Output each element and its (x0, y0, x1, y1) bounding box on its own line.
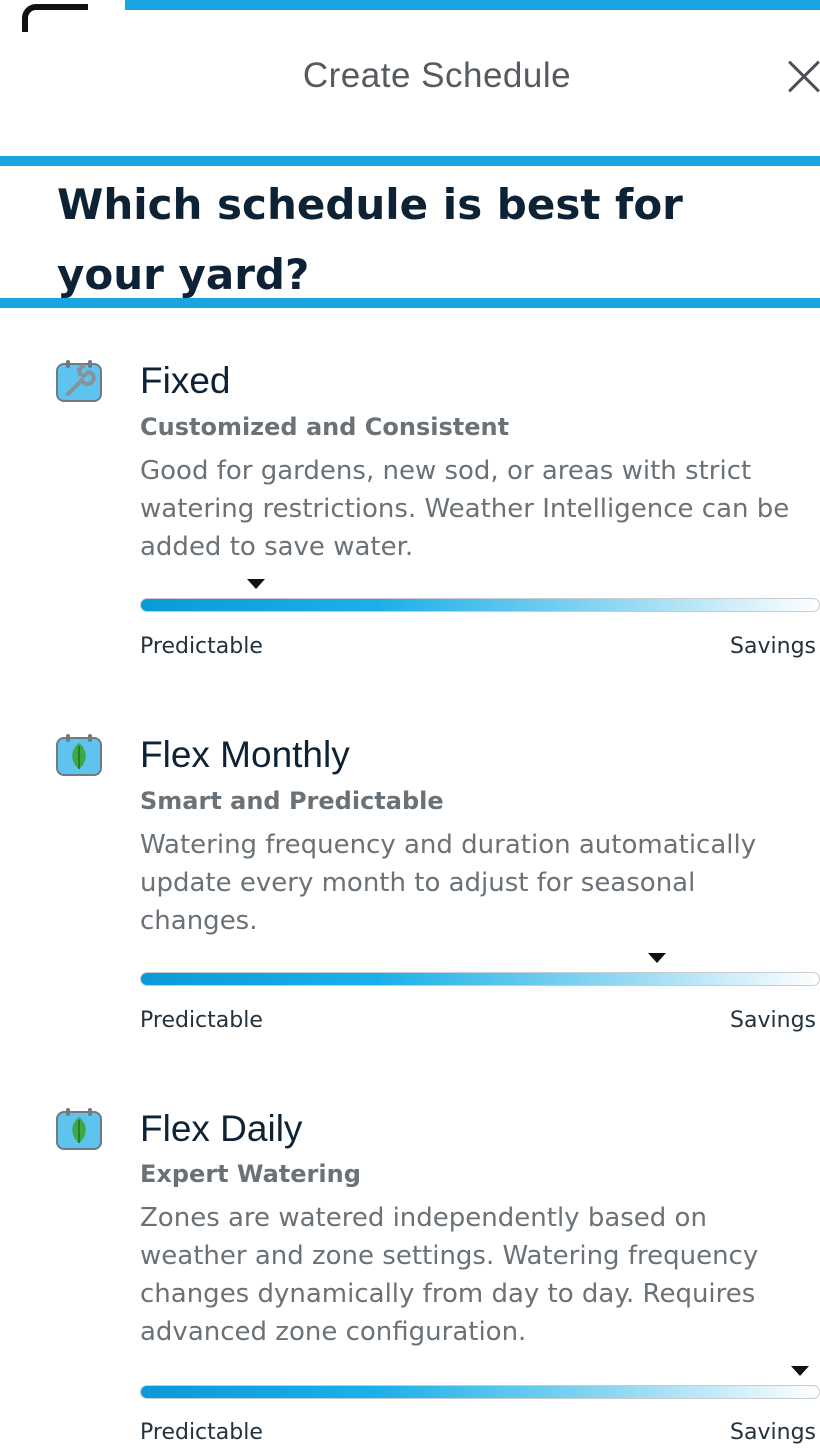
description-line: weather and zone settings. Watering freq… (140, 1241, 759, 1271)
description-line: advanced zone configuration. (140, 1317, 527, 1347)
leaf-calendar-icon (56, 734, 102, 776)
header-divider (0, 156, 820, 166)
option-title: Fixed (140, 360, 231, 401)
predictable-savings-scale (140, 972, 820, 986)
option-description: Watering frequency and duration automati… (140, 826, 820, 940)
option-description: Good for gardens, new sod, or areas with… (140, 452, 820, 566)
modal-header: Create Schedule (0, 16, 820, 156)
scale-left-label: Predictable (140, 634, 263, 659)
option-subtitle: Expert Watering (140, 1160, 361, 1188)
description-line: changes. (140, 906, 258, 936)
scale-marker (790, 1366, 809, 1376)
description-line: watering restrictions. Weather Intellige… (140, 494, 790, 524)
option-subtitle: Smart and Predictable (140, 787, 444, 815)
option-description: Zones are watered independently based on… (140, 1199, 820, 1351)
close-icon[interactable] (780, 56, 820, 96)
page-title: Create Schedule (302, 56, 572, 95)
scale-right-label: Savings (730, 1008, 816, 1033)
description-line: Zones are watered independently based on (140, 1203, 707, 1233)
question-line-1: Which schedule is best for (57, 180, 683, 229)
heading-divider (0, 298, 820, 308)
predictable-savings-scale (140, 1385, 820, 1399)
wrench-calendar-icon (56, 360, 102, 402)
option-title: Flex Monthly (140, 734, 350, 775)
option-title: Flex Daily (140, 1108, 303, 1149)
leaf-calendar-icon (56, 1108, 102, 1150)
description-line: Watering frequency and duration automati… (140, 830, 757, 860)
predictable-savings-scale (140, 598, 820, 612)
description-line: update every month to adjust for seasona… (140, 868, 696, 898)
scale-marker (647, 953, 666, 963)
scale-right-label: Savings (730, 1420, 816, 1445)
top-accent-bar (125, 0, 820, 10)
description-line: added to save water. (140, 532, 414, 562)
window-corner (0, 0, 125, 32)
scale-marker (246, 579, 265, 589)
option-subtitle: Customized and Consistent (140, 413, 510, 441)
scale-left-label: Predictable (140, 1008, 263, 1033)
question-heading: Which schedule is best for your yard? (57, 170, 757, 310)
description-line: changes dynamically from day to day. Req… (140, 1279, 756, 1309)
description-line: Good for gardens, new sod, or areas with… (140, 456, 752, 486)
scale-right-label: Savings (730, 634, 816, 659)
scale-left-label: Predictable (140, 1420, 263, 1445)
